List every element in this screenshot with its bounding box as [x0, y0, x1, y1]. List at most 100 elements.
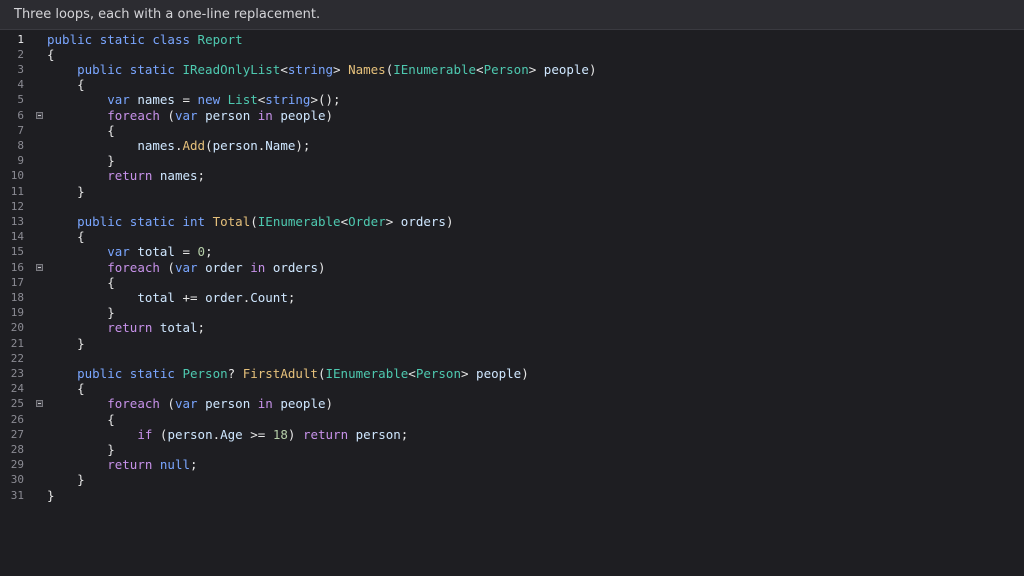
fold-toggle-icon[interactable]: [36, 111, 43, 119]
code-token: {: [47, 46, 55, 62]
code-line[interactable]: 5 var names = new List<string>();: [0, 92, 1024, 107]
code-line[interactable]: 7 {: [0, 123, 1024, 138]
code-line[interactable]: 27 if (person.Age >= 18) return person;: [0, 427, 1024, 442]
fold-toggle-icon[interactable]: [36, 400, 43, 408]
code-line[interactable]: 17 {: [0, 275, 1024, 290]
code-line[interactable]: 18 total += order.Count;: [0, 290, 1024, 305]
code-token: var: [107, 244, 130, 260]
code-line[interactable]: 26 {: [0, 412, 1024, 427]
code-line[interactable]: 20 return total;: [0, 320, 1024, 335]
code-token: {: [47, 274, 115, 290]
line-number: 21: [10, 336, 24, 350]
code-line[interactable]: 15 var total = 0;: [0, 244, 1024, 259]
code-token: {: [47, 77, 85, 93]
code-line[interactable]: 1 public static class Report: [0, 32, 1024, 47]
code-token: Add: [182, 137, 206, 153]
line-code: }: [47, 305, 115, 320]
line-number: 5: [17, 93, 24, 107]
code-line[interactable]: 30 }: [0, 472, 1024, 487]
code-token: }: [47, 487, 55, 503]
title-bar: Three loops, each with a one-line replac…: [0, 0, 1024, 30]
code-token: ): [588, 61, 597, 77]
code-token: foreach: [107, 396, 160, 412]
code-token: orders: [400, 213, 446, 229]
line-code: {: [47, 275, 115, 290]
code-token: in: [250, 259, 266, 275]
code-token: List: [227, 92, 258, 108]
code-token: ): [521, 365, 529, 381]
code-token: (: [205, 137, 213, 153]
code-line[interactable]: 24 {: [0, 381, 1024, 396]
code-token: Person: [415, 365, 461, 381]
code-token: return: [107, 457, 153, 473]
code-token: public: [77, 213, 123, 229]
code-token: (: [159, 396, 175, 412]
code-line[interactable]: 6 foreach (var person in people): [0, 108, 1024, 123]
code-token: string: [287, 61, 334, 77]
code-line[interactable]: 13 public static int Total(IEnumerable<O…: [0, 214, 1024, 229]
code-token: ;: [197, 168, 206, 184]
line-number: 4: [17, 78, 24, 92]
code-line[interactable]: 10 return names;: [0, 168, 1024, 183]
code-line[interactable]: 22: [0, 351, 1024, 366]
code-token: 0: [197, 244, 206, 260]
code-line[interactable]: 9 }: [0, 153, 1024, 168]
code-line[interactable]: 16 foreach (var order in orders): [0, 260, 1024, 275]
code-line[interactable]: 19 }: [0, 305, 1024, 320]
code-viewer-window: Three loops, each with a one-line replac…: [0, 0, 1024, 576]
code-token: public: [47, 31, 93, 47]
code-line[interactable]: 28 }: [0, 442, 1024, 457]
code-token: people: [280, 396, 326, 412]
code-token: ;: [400, 426, 409, 442]
line-number: 9: [17, 154, 24, 168]
line-code: names.Add(person.Name);: [47, 138, 310, 153]
line-number: 6: [17, 108, 24, 122]
line-code: {: [47, 229, 85, 244]
fold-toggle-icon[interactable]: [36, 263, 43, 271]
code-line[interactable]: 2{: [0, 47, 1024, 62]
line-number: 2: [17, 47, 24, 61]
code-token: return: [107, 168, 153, 184]
code-token: var: [107, 92, 130, 108]
line-code: public static class Report: [47, 32, 243, 47]
code-line[interactable]: 12: [0, 199, 1024, 214]
code-line[interactable]: 3 public static IReadOnlyList<string> Na…: [0, 62, 1024, 77]
line-number: 11: [10, 184, 24, 198]
line-number: 8: [17, 138, 24, 152]
code-line[interactable]: 14 {: [0, 229, 1024, 244]
code-line[interactable]: 4 {: [0, 77, 1024, 92]
code-token: total: [159, 320, 198, 336]
code-token: }: [47, 335, 85, 351]
code-token: Person: [483, 61, 529, 77]
code-line[interactable]: 31}: [0, 488, 1024, 503]
code-token: foreach: [107, 259, 160, 275]
line-code: foreach (var person in people): [47, 108, 333, 123]
code-line[interactable]: 21 }: [0, 336, 1024, 351]
code-line[interactable]: 8 names.Add(person.Name);: [0, 138, 1024, 153]
code-line[interactable]: 25 foreach (var person in people): [0, 396, 1024, 411]
code-token: >: [528, 61, 544, 77]
code-editor[interactable]: 1 public static class Report 2{3 public st…: [0, 31, 1024, 576]
code-token: ;: [190, 457, 198, 473]
code-line[interactable]: 29 return null;: [0, 457, 1024, 472]
code-line[interactable]: 23 public static Person? FirstAdult(IEnu…: [0, 366, 1024, 381]
code-line[interactable]: 11 }: [0, 184, 1024, 199]
line-number: 1: [17, 32, 24, 46]
code-token: static: [99, 31, 145, 47]
line-number: 23: [10, 366, 24, 380]
line-number: 30: [10, 473, 24, 487]
code-token: var: [174, 107, 198, 123]
code-token: person: [355, 426, 401, 442]
code-token: Names: [348, 61, 386, 77]
